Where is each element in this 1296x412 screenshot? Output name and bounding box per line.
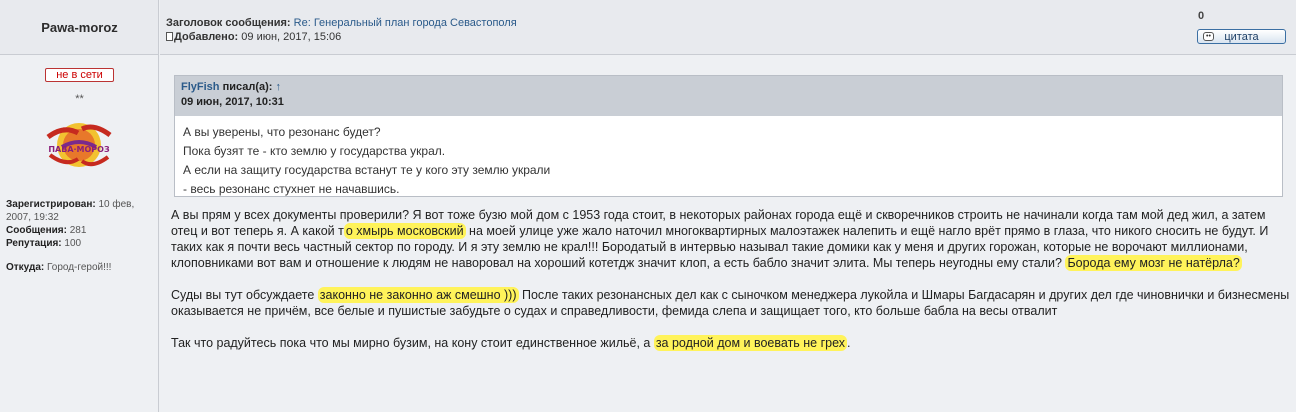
post-header: Заголовок сообщения: Re: Генеральный пла… — [160, 0, 1296, 55]
quote-text: А вы уверены, что резонанс будет? Пока б… — [175, 116, 1282, 206]
post-meta: Заголовок сообщения: Re: Генеральный пла… — [166, 16, 517, 44]
message-text-span: . — [847, 336, 851, 350]
quote-date: 09 июн, 2017, 10:31 — [181, 96, 284, 108]
added-row: Добавлено: 09 июн, 2017, 15:06 — [166, 30, 517, 44]
registered-label: Зарегистрирован: — [6, 199, 96, 210]
message-paragraph: Суды вы тут обсуждаете законно не законн… — [171, 287, 1291, 319]
highlighted-phrase: законно не законно аж смешно ))) — [317, 287, 519, 303]
status-badge: не в сети — [45, 68, 114, 82]
quote-wrote-label: писал(а): — [222, 81, 273, 93]
author-name[interactable]: Pawa-moroz — [0, 20, 159, 35]
author-header: Pawa-moroz — [0, 0, 159, 55]
reputation-value: 100 — [64, 238, 82, 249]
added-label: Добавлено: — [174, 31, 239, 43]
quote-line: А вы уверены, что резонанс будет? — [183, 125, 381, 139]
messages-count: 281 — [69, 225, 87, 236]
profile-details: Зарегистрирован: 10 фев, 2007, 19:32 Соо… — [6, 198, 156, 274]
messages-label: Сообщения: — [6, 225, 67, 236]
quote-button-label: цитата — [1224, 31, 1259, 43]
document-icon[interactable] — [166, 32, 173, 41]
quote-line: - весь резонанс стухнет не начавшись. — [183, 182, 400, 196]
reputation-label: Репутация: — [6, 238, 62, 249]
subject-link[interactable]: Re: Генеральный план города Севастополя — [294, 17, 517, 29]
message-text-span: Суды вы тут обсуждаете — [171, 288, 318, 302]
location-row: Откуда: Город-герой!!! — [6, 261, 156, 274]
quote-line: Пока бузят те - кто землю у государства … — [183, 144, 446, 158]
messages-row: Сообщения: 281 — [6, 224, 156, 237]
message-text: А вы прям у всех документы проверили? Я … — [171, 207, 1291, 367]
highlighted-phrase: Борода ему мозг не натёрла? — [1065, 255, 1242, 271]
highlighted-phrase: о хмырь московский — [343, 223, 466, 239]
message-paragraph: А вы прям у всех документы проверили? Я … — [171, 207, 1291, 271]
author-profile: не в сети ** ПАВА·МОРОЗ Зарегистрирован:… — [0, 55, 159, 412]
location-value: Город-герой!!! — [47, 262, 112, 273]
reputation-row: Репутация: 100 — [6, 237, 156, 250]
quote-line: А если на защиту государства встанут те … — [183, 163, 551, 177]
arrow-up-icon[interactable]: ↑ — [276, 81, 282, 93]
highlighted-phrase: за родной дом и воевать не грех — [653, 335, 848, 351]
quote-header: FlyFish писал(а): ↑ 09 июн, 2017, 10:31 — [175, 76, 1282, 116]
avatar: ПАВА·МОРОЗ — [46, 123, 112, 167]
message-paragraph: Так что радуйтесь пока что мы мирно бузи… — [171, 335, 1291, 351]
subject-row: Заголовок сообщения: Re: Генеральный пла… — [166, 16, 517, 30]
subject-label: Заголовок сообщения: — [166, 17, 291, 29]
post-body: FlyFish писал(а): ↑ 09 июн, 2017, 10:31 … — [160, 55, 1296, 412]
post-count: 0 — [1198, 10, 1205, 22]
message-text-span: Так что радуйтесь пока что мы мирно бузи… — [171, 336, 654, 350]
registered-row: Зарегистрирован: 10 фев, 2007, 19:32 — [6, 198, 156, 224]
forum-post: Pawa-moroz Заголовок сообщения: Re: Гене… — [0, 0, 1296, 412]
quote-button[interactable]: •• цитата — [1197, 29, 1286, 44]
rank-stars: ** — [75, 93, 84, 105]
location-label: Откуда: — [6, 262, 45, 273]
quote-author[interactable]: FlyFish — [181, 81, 220, 93]
added-date: 09 июн, 2017, 15:06 — [241, 31, 342, 43]
svg-text:ПАВА·МОРОЗ: ПАВА·МОРОЗ — [48, 145, 110, 154]
quote-block: FlyFish писал(а): ↑ 09 июн, 2017, 10:31 … — [174, 75, 1283, 197]
speech-bubble-icon: •• — [1203, 32, 1214, 41]
